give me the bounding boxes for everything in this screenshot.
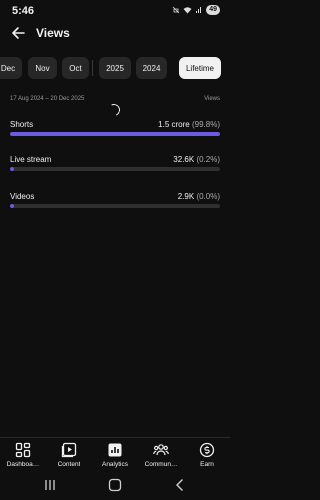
earn-icon [199,442,215,458]
metric-label: Views [204,96,220,102]
silent-mode-icon [172,6,180,14]
metric-bar-track [10,167,220,171]
period-divider [92,60,93,76]
bottom-navigation: Dashboa… Content Analytics Commun… Earn [0,437,230,471]
dashboard-icon [15,442,31,458]
system-navigation-bar [0,470,230,500]
metric-value: 1.5 crore (99.8%) [158,120,220,129]
date-range-row: 17 Aug 2024 – 20 Dec 2025 Views [10,96,220,102]
metric-name: Live stream [10,155,52,164]
nav-content[interactable]: Content [46,442,92,468]
metric-name: Videos [10,192,35,201]
nav-label: Analytics [101,461,128,468]
nav-label: Commun… [144,461,178,468]
period-chip-nov[interactable]: Nov [28,57,57,79]
analytics-icon [108,443,122,457]
nav-label: Dashboa… [6,461,40,468]
status-time: 5:46 [12,5,35,17]
period-chip-2025[interactable]: 2025 [99,57,131,79]
nav-label: Earn [200,461,214,468]
wifi-icon [183,7,192,14]
page-title: Views [36,26,70,40]
metric-bar-fill [10,204,15,208]
community-icon [153,444,169,456]
loading-spinner-icon [106,102,122,118]
metric-value-percent: (99.8%) [191,120,220,129]
metric-value-number: 2.9K [177,192,195,201]
back-icon[interactable] [172,477,188,493]
period-chip-label: 2024 [142,63,161,73]
nav-community[interactable]: Commun… [138,442,184,468]
period-chip-label: Nov [35,63,50,73]
period-chip-lifetime[interactable]: Lifetime [179,57,221,79]
period-chip-label: Lifetime [185,63,214,73]
nav-label: Content [57,461,81,468]
date-range: 17 Aug 2024 – 20 Dec 2025 [10,96,85,102]
period-selector: Dec Nov Oct 2025 2024 Lifetime [0,57,230,79]
period-chip-oct[interactable]: Oct [62,57,89,79]
app-header: Views [0,22,230,44]
period-chip-label: Oct [69,63,82,73]
status-bar: 5:46 49 [0,0,230,22]
period-chip-2024[interactable]: 2024 [136,57,167,79]
metric-bar-fill [10,167,15,171]
metric-bar-fill [10,132,220,136]
metric-value-number: 1.5 crore [158,120,190,129]
content-icon [61,442,77,458]
nav-dashboard[interactable]: Dashboa… [0,442,46,468]
recent-apps-icon[interactable] [42,477,58,493]
metric-bar-track [10,204,220,208]
metric-value-percent: (0.2%) [196,155,220,164]
nav-earn[interactable]: Earn [184,442,230,468]
metric-name: Shorts [10,120,34,129]
metric-value-percent: (0.0%) [196,192,220,201]
metric-value: 32.6K (0.2%) [173,155,220,164]
back-arrow-icon[interactable] [10,24,26,42]
period-chip-label: 2025 [106,63,124,73]
status-icons: 49 [172,5,220,15]
metric-value: 2.9K (0.0%) [178,192,220,201]
battery-indicator: 49 [206,5,220,15]
period-chip-label: Dec [0,63,16,73]
home-icon[interactable] [107,477,123,493]
period-chip-dec[interactable]: Dec [0,57,22,79]
signal-icon [196,7,202,13]
metric-bar-track [10,132,220,136]
metric-value-number: 32.6K [173,155,195,164]
nav-analytics[interactable]: Analytics [92,442,138,468]
